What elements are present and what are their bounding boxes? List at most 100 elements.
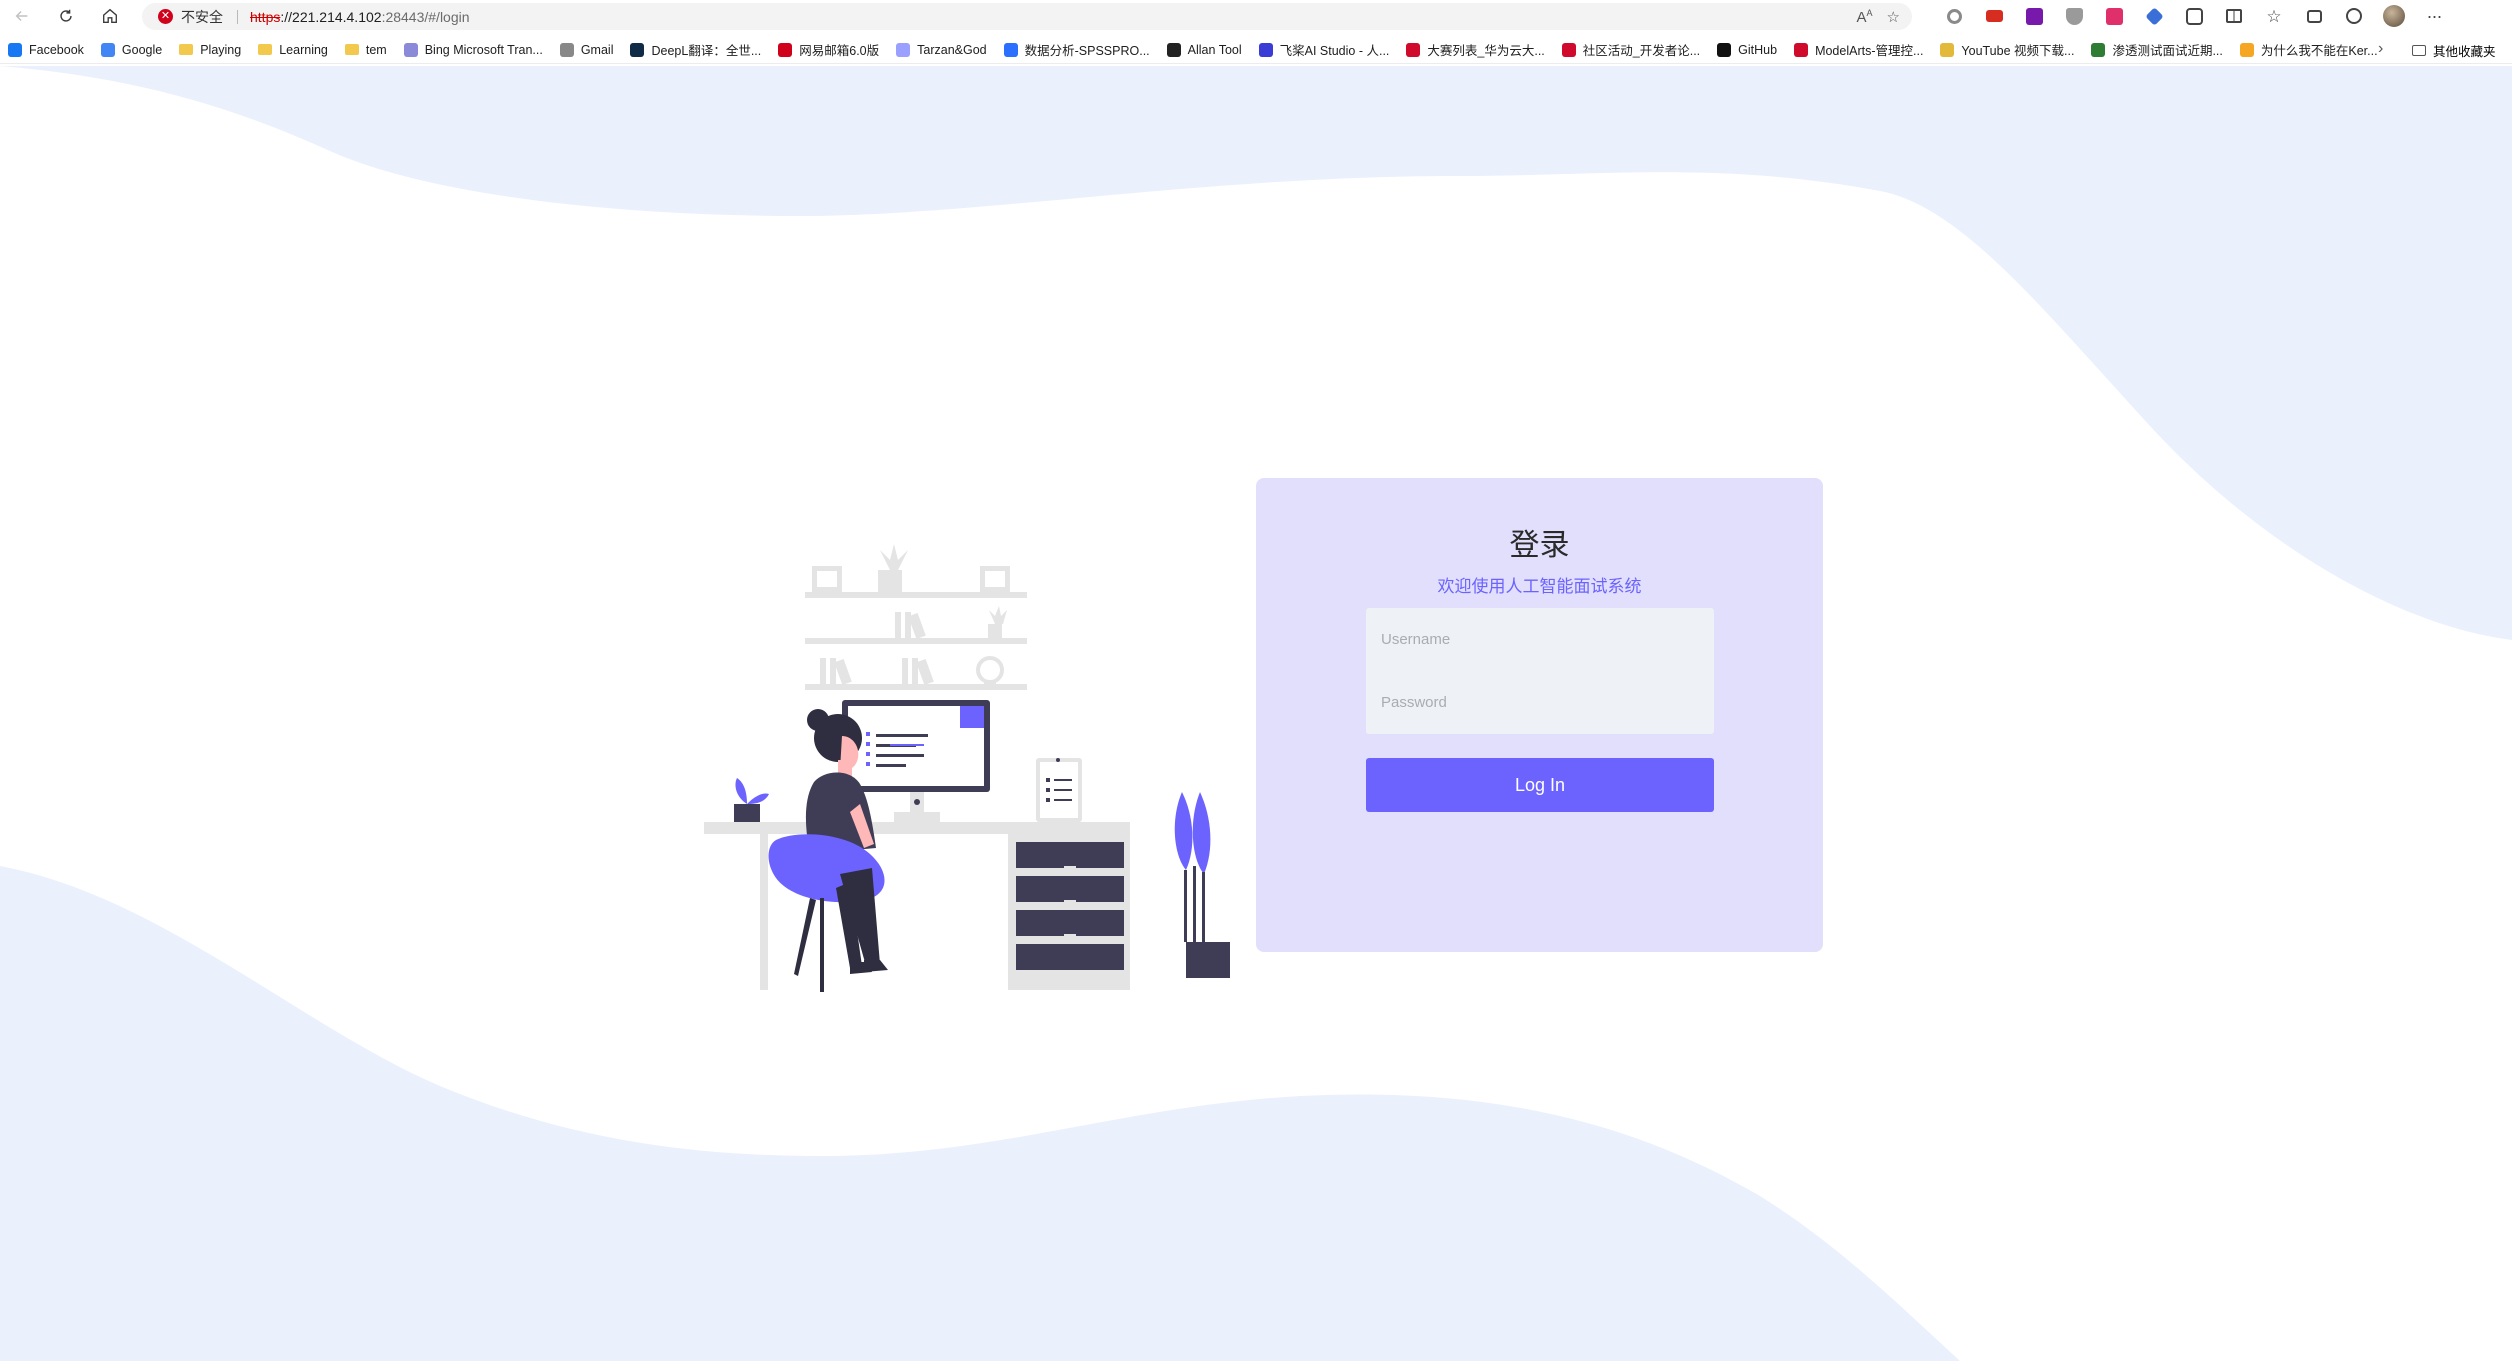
extension-translate-icon[interactable]: [2134, 0, 2174, 32]
username-input[interactable]: [1366, 608, 1714, 671]
bookmark-item[interactable]: DeepL翻译：全世...: [630, 40, 761, 59]
extension-flag-icon[interactable]: [1974, 0, 2014, 32]
bookmark-item[interactable]: ModelArts-管理控...: [1794, 40, 1923, 59]
bookmark-item[interactable]: Tarzan&God: [896, 42, 987, 57]
extension-onenote-icon[interactable]: [2014, 0, 2054, 32]
site-favicon-icon: [1717, 42, 1732, 57]
desk-top: [704, 822, 1130, 834]
bookmark-item[interactable]: Google: [100, 42, 163, 57]
bookmark-item[interactable]: Playing: [179, 43, 241, 57]
other-bookmarks-folder[interactable]: 其他收藏夹: [2412, 36, 2496, 64]
credentials-box: [1366, 608, 1714, 734]
site-favicon-icon: [1940, 42, 1955, 57]
bookmark-label: 数据分析-SPSSPRO...: [1024, 44, 1150, 58]
bookmark-label: Allan Tool: [1187, 42, 1242, 57]
bookmark-item[interactable]: Facebook: [8, 42, 84, 57]
small-plant-pot: [734, 804, 760, 822]
url-scheme: https: [250, 8, 281, 25]
bookmark-item[interactable]: 飞桨AI Studio - 人...: [1258, 40, 1390, 59]
security-label[interactable]: 不安全: [181, 7, 223, 27]
bookmark-label: Tarzan&God: [917, 42, 987, 57]
bookmark-label: 飞桨AI Studio - 人...: [1279, 44, 1390, 58]
arrow-left-icon: [15, 10, 28, 22]
desk-leg: [760, 834, 768, 990]
split-screen-icon[interactable]: [2214, 0, 2254, 32]
bookmark-item[interactable]: Allan Tool: [1166, 42, 1242, 57]
bookmarks-overflow-chevron-icon[interactable]: ›: [2378, 40, 2383, 58]
bookmark-label: 渗透测试面试近期...: [2112, 44, 2223, 58]
bookmark-label: ModelArts-管理控...: [1815, 44, 1924, 58]
bookmark-item[interactable]: Bing Microsoft Tran...: [403, 42, 543, 57]
home-icon: [103, 8, 117, 23]
bookshelf: [805, 544, 1027, 690]
login-card: 登录 欢迎使用人工智能面试系统 Log In: [1256, 478, 1823, 952]
workspace-illustration: [704, 544, 1230, 992]
collections-icon[interactable]: [2294, 0, 2334, 32]
site-favicon-icon: [1561, 42, 1576, 57]
bookmark-label: 为什么我不能在Ker...: [2260, 44, 2378, 58]
more-menu-icon[interactable]: ···: [2414, 0, 2454, 32]
bookmark-item[interactable]: 大赛列表_华为云大...: [1406, 40, 1545, 59]
folder-icon: [2412, 44, 2426, 56]
other-bookmarks-label: 其他收藏夹: [2433, 44, 2496, 59]
bookmarks-bar: Facebook Google Playing Learning tem Bing Mic…: [0, 36, 2512, 64]
extensions-puzzle-icon[interactable]: [2174, 0, 2214, 32]
bookmark-item[interactable]: Gmail: [559, 42, 614, 57]
tall-plant: [1174, 792, 1230, 978]
bookmark-label: GitHub: [1738, 42, 1778, 57]
password-input[interactable]: [1366, 671, 1714, 734]
login-title: 登录: [1509, 529, 1570, 562]
bookmark-label: Gmail: [580, 42, 614, 57]
site-favicon-icon: [100, 42, 115, 57]
url-path: :28443/#/login: [381, 8, 470, 25]
bookmark-item[interactable]: 为什么我不能在Ker...: [2239, 40, 2378, 59]
bookmark-label: DeepL翻译：全世...: [651, 44, 762, 58]
browser-toolbar: ✕ 不安全 https ://221.214.4.102 :28443/#/lo…: [0, 0, 2512, 32]
login-button[interactable]: Log In: [1366, 758, 1714, 812]
bookmark-label: Bing Microsoft Tran...: [424, 42, 543, 57]
bookmark-item[interactable]: 数据分析-SPSSPRO...: [1003, 40, 1150, 59]
site-favicon-icon: [778, 42, 793, 57]
site-favicon-icon: [1166, 42, 1181, 57]
performance-icon[interactable]: [2334, 0, 2374, 32]
extensions-bar: ☆ ···: [1934, 0, 2454, 32]
bookmark-item[interactable]: 社区活动_开发者论...: [1561, 40, 1700, 59]
address-divider: [237, 9, 238, 24]
bookmark-item[interactable]: 网易邮箱6.0版: [778, 40, 879, 59]
reload-icon: [60, 9, 72, 22]
site-favicon-icon: [1003, 42, 1018, 57]
bookmark-label: Learning: [279, 42, 328, 57]
bookmark-label: 网易邮箱6.0版: [799, 44, 880, 58]
bookmark-item[interactable]: Learning: [258, 43, 328, 57]
folder-icon: [179, 44, 194, 55]
favorite-star-icon[interactable]: ☆: [1887, 8, 1900, 26]
extension-shield-icon[interactable]: [2054, 0, 2094, 32]
bookmark-label: Facebook: [29, 42, 84, 57]
favorites-icon[interactable]: ☆: [2254, 0, 2294, 32]
url-host: ://221.214.4.102: [280, 8, 382, 25]
site-favicon-icon: [1794, 42, 1809, 57]
read-aloud-icon[interactable]: AA: [1857, 8, 1873, 26]
site-favicon-icon: [2239, 42, 2254, 57]
extension-pink-icon[interactable]: [2094, 0, 2134, 32]
extension-circle-icon[interactable]: [1934, 0, 1974, 32]
bookmark-item[interactable]: YouTube 视频下载...: [1940, 40, 2074, 59]
address-bar[interactable]: ✕ 不安全 https ://221.214.4.102 :28443/#/lo…: [142, 3, 1912, 30]
site-favicon-icon: [896, 42, 911, 57]
site-favicon-icon: [559, 42, 574, 57]
site-favicon-icon: [8, 42, 22, 57]
site-favicon-icon: [630, 42, 645, 57]
profile-avatar[interactable]: [2374, 0, 2414, 32]
bookmark-item[interactable]: GitHub: [1717, 42, 1778, 57]
site-favicon-icon: [1258, 42, 1273, 57]
login-subtitle: 欢迎使用人工智能面试系统: [1437, 577, 1642, 596]
bookmark-item[interactable]: 渗透测试面试近期...: [2091, 40, 2223, 59]
reload-button[interactable]: [44, 0, 88, 32]
home-button[interactable]: [88, 0, 132, 32]
site-favicon-icon: [2091, 42, 2106, 57]
back-button[interactable]: [0, 0, 44, 32]
not-secure-icon[interactable]: ✕: [158, 9, 173, 24]
bookmark-label: Google: [121, 42, 163, 57]
bookmark-item[interactable]: tem: [344, 43, 387, 57]
folder-icon: [344, 44, 359, 55]
